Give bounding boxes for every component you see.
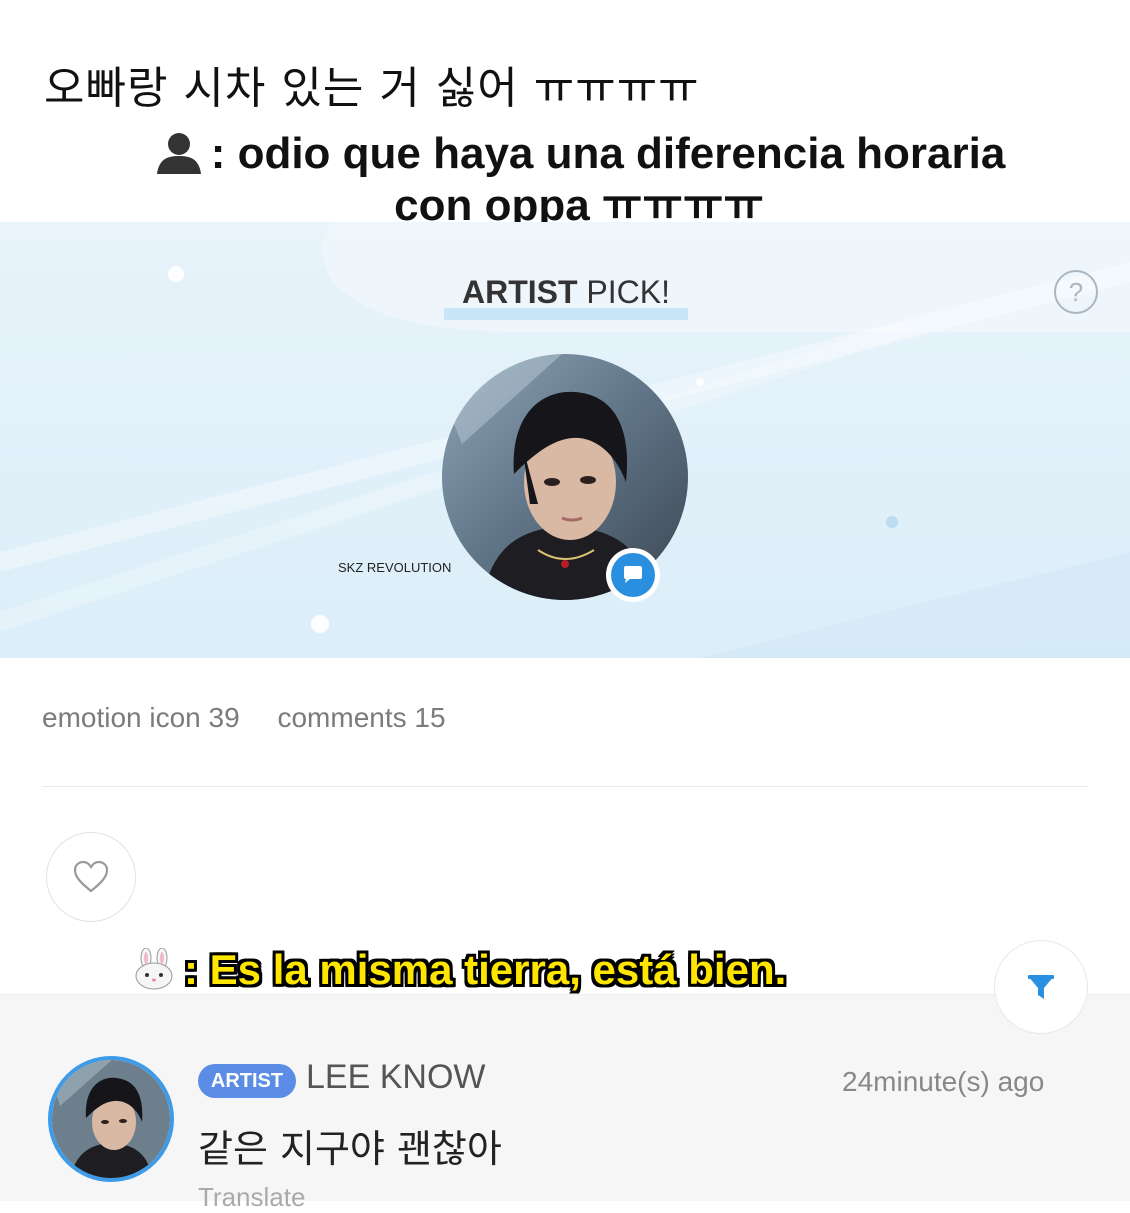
subtitle-overlay: : Es la misma tierra, está bien. bbox=[130, 946, 786, 994]
artist-pick-banner: ARTIST PICK! ? SKZ REVOLUTION bbox=[0, 222, 1130, 658]
caption-spanish: : odio que haya una diferencia horaria c… bbox=[44, 128, 1114, 232]
rabbit-icon bbox=[135, 948, 173, 990]
filter-icon bbox=[1028, 975, 1054, 999]
artist-badge: ARTIST bbox=[198, 1064, 296, 1098]
person-silhouette-icon bbox=[156, 133, 201, 174]
divider bbox=[42, 786, 1088, 787]
comment-badge[interactable] bbox=[606, 548, 660, 602]
artist-pick-title: ARTIST PICK! bbox=[444, 274, 688, 320]
post-stats: emotion icon 39 comments 15 bbox=[42, 702, 476, 734]
commenter-photo bbox=[52, 1060, 170, 1178]
help-button[interactable]: ? bbox=[1054, 270, 1098, 314]
subtitle-text: : Es la misma tierra, está bien. bbox=[184, 946, 787, 993]
caption-spanish-line1: : odio que haya una diferencia horaria bbox=[210, 129, 1006, 178]
like-button[interactable] bbox=[46, 832, 136, 922]
chat-bubble-icon bbox=[624, 566, 642, 583]
heart-icon bbox=[73, 861, 109, 893]
translate-link[interactable]: Translate bbox=[198, 1182, 305, 1213]
comment-count[interactable]: comments 15 bbox=[277, 702, 445, 733]
filter-button[interactable] bbox=[994, 940, 1088, 1034]
emotion-count[interactable]: emotion icon 39 bbox=[42, 702, 240, 733]
comment-timestamp: 24minute(s) ago bbox=[842, 1066, 1045, 1097]
comment-author[interactable]: LEE KNOW bbox=[306, 1058, 485, 1097]
commenter-avatar[interactable] bbox=[48, 1056, 174, 1182]
watermark-label: SKZ REVOLUTION bbox=[338, 560, 452, 575]
caption-korean: 오빠랑 시차 있는 거 싫어 ㅠㅠㅠㅠ bbox=[44, 63, 700, 114]
comment-text: 같은 지구야 괜찮아 bbox=[198, 1127, 502, 1171]
